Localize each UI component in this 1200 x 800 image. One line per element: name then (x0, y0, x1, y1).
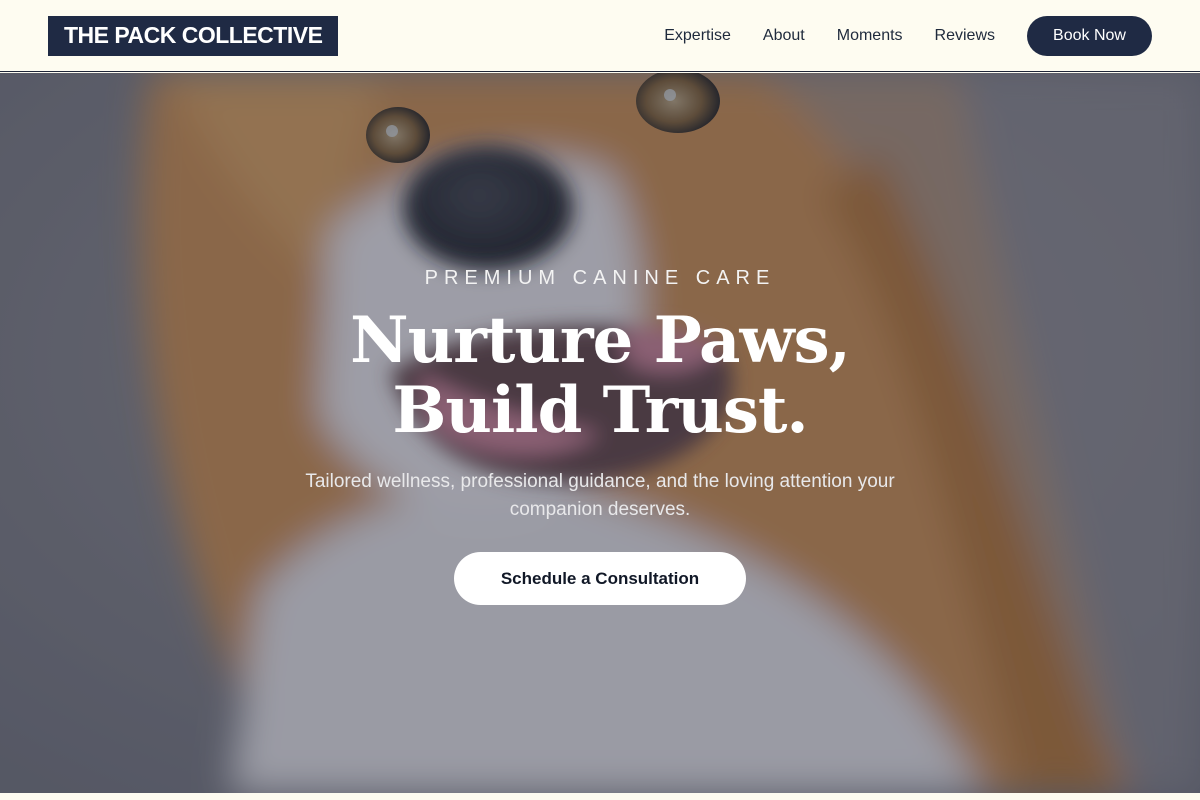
nav-link-moments[interactable]: Moments (837, 27, 903, 45)
hero-headline-line-1: Nurture Paws, (350, 303, 851, 378)
book-now-button[interactable]: Book Now (1027, 15, 1152, 56)
page-bottom-strip (0, 793, 1200, 800)
hero-content: PREMIUM CANINE CARE Nurture Paws, Build … (0, 73, 1200, 793)
schedule-consultation-button[interactable]: Schedule a Consultation (454, 552, 746, 605)
brand-logo[interactable]: THE PACK COLLECTIVE (48, 15, 339, 56)
nav-link-expertise[interactable]: Expertise (664, 27, 731, 45)
main-nav: Expertise About Moments Reviews Book Now (664, 15, 1152, 56)
hero-headline: Nurture Paws, Build Trust. (350, 303, 851, 448)
hero-eyebrow: PREMIUM CANINE CARE (424, 267, 776, 289)
top-navbar: THE PACK COLLECTIVE Expertise About Mome… (0, 0, 1200, 72)
hero-headline-line-2: Build Trust. (392, 373, 808, 448)
nav-link-reviews[interactable]: Reviews (935, 27, 995, 45)
hero-section: PREMIUM CANINE CARE Nurture Paws, Build … (0, 73, 1200, 793)
hero-subtext: Tailored wellness, professional guidance… (305, 471, 895, 520)
nav-link-about[interactable]: About (763, 27, 805, 45)
